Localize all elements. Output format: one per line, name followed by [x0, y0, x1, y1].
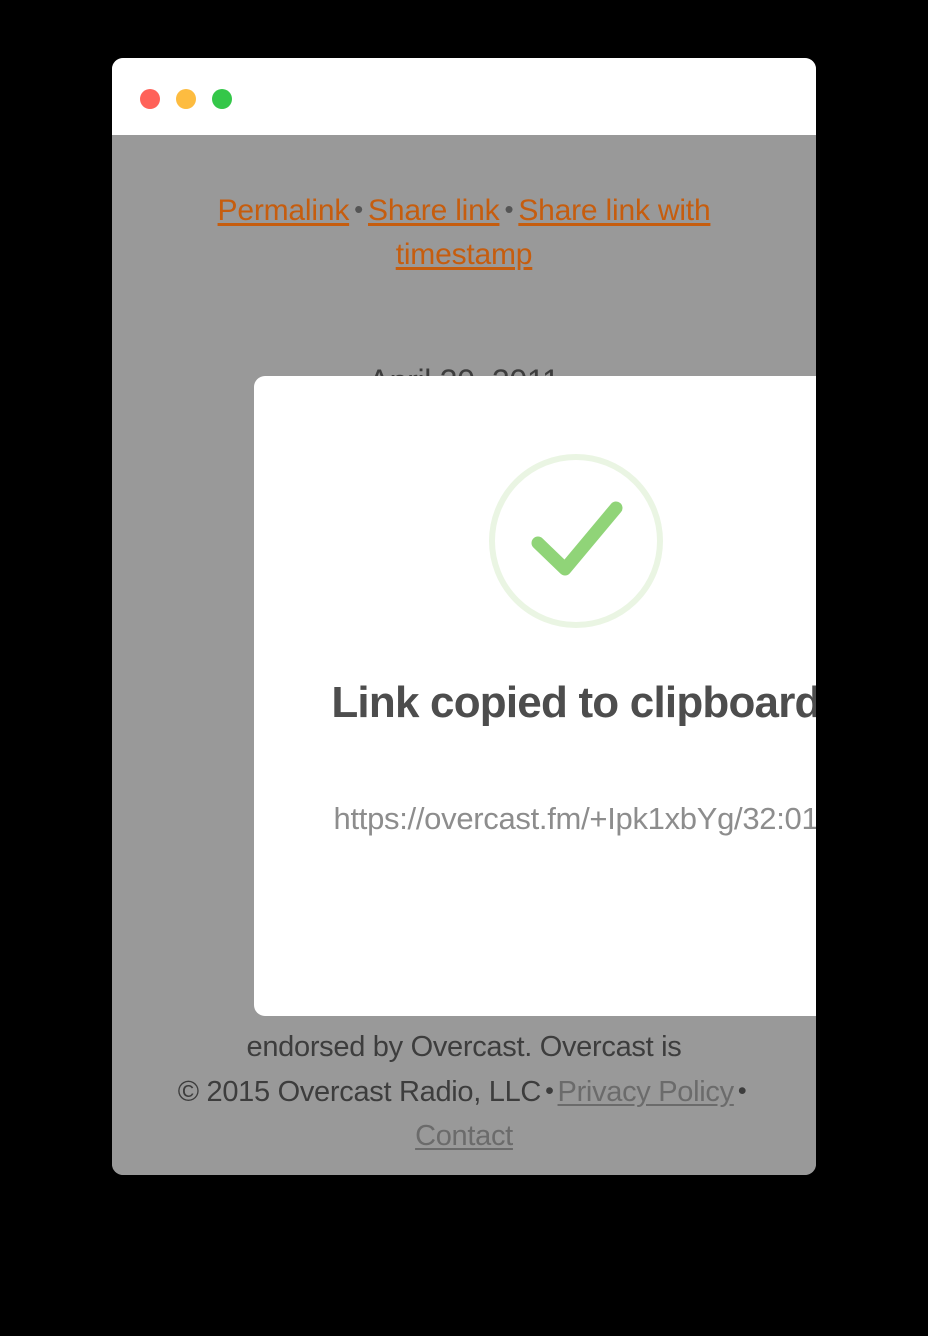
copyright-text: © 2015 Overcast Radio, LLC	[177, 1076, 542, 1108]
share-separator-1: •	[354, 194, 364, 224]
traffic-light-group	[140, 89, 232, 109]
browser-window: Permalink • Share link • Share link with tim…	[112, 58, 816, 1175]
success-check-icon	[486, 451, 666, 631]
screen: Permalink • Share link • Share link with tim…	[0, 0, 928, 1336]
browser-titlebar	[112, 58, 816, 135]
zoom-window-button[interactable]	[212, 89, 232, 109]
link-copied-modal: Link copied to clipboard https://overcas…	[254, 376, 816, 1016]
privacy-policy-link[interactable]: Privacy Policy	[558, 1076, 735, 1108]
share-links-row: Permalink • Share link • Share link with tim…	[162, 187, 766, 277]
footer-line-disclaimer: endorsed by Overcast. Overcast is	[246, 1031, 682, 1063]
share-separator-2: •	[504, 194, 514, 224]
close-window-button[interactable]	[140, 89, 160, 109]
modal-content: Link copied to clipboard https://overcas…	[254, 376, 816, 1016]
page-footer: endorsed by Overcast. Overcast is © 2015…	[132, 1025, 796, 1158]
permalink-link[interactable]: Permalink	[218, 194, 350, 227]
share-link[interactable]: Share link	[368, 194, 500, 227]
minimize-window-button[interactable]	[176, 89, 196, 109]
modal-title: Link copied to clipboard	[331, 678, 816, 727]
contact-link[interactable]: Contact	[415, 1120, 513, 1152]
footer-separator-2: •	[737, 1077, 747, 1105]
copied-url-text: https://overcast.fm/+Ipk1xbYg/32:01	[333, 801, 816, 836]
footer-line-copyright: © 2015 Overcast Radio, LLC • Privacy Polic…	[132, 1069, 796, 1158]
footer-separator-1: •	[545, 1077, 554, 1105]
